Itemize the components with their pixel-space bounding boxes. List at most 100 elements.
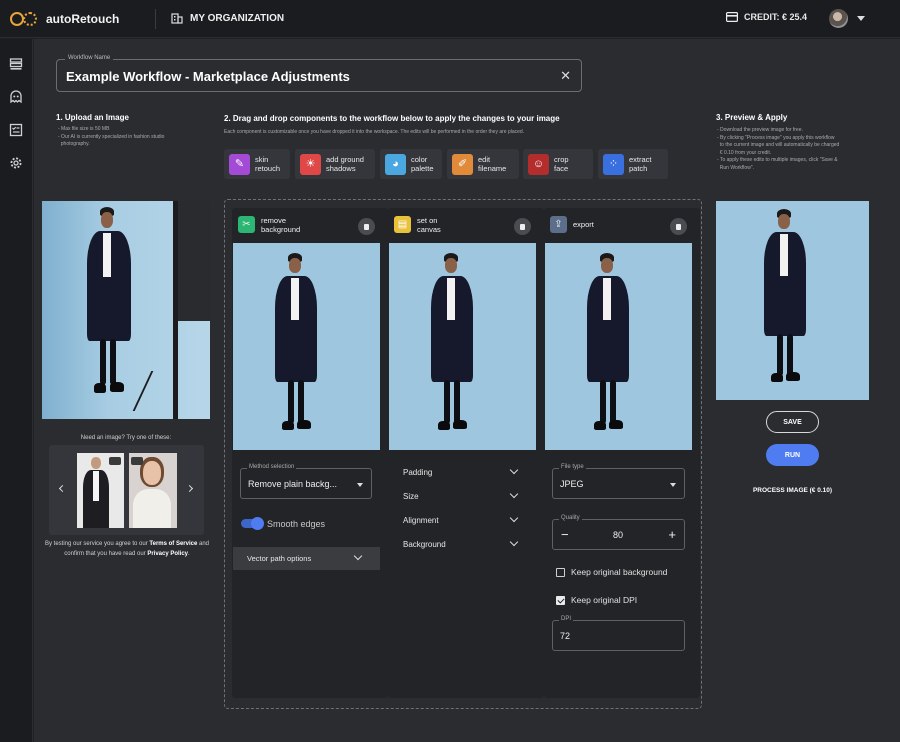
dpi-field[interactable]: DPI 72 — [552, 616, 685, 651]
divider — [155, 9, 156, 29]
preview-note: - By clicking "Process image" you apply … — [717, 134, 835, 141]
tool-crop-face[interactable]: ☺ crop face — [523, 149, 593, 179]
padding-option[interactable]: Padding — [403, 468, 432, 477]
model-figure — [271, 253, 331, 443]
upload-note: photography. — [58, 141, 90, 147]
palette-icon: ◕ — [385, 153, 406, 175]
keep-original-dpi-checkbox[interactable] — [556, 596, 565, 605]
tool-color-palette[interactable]: ◕ color palette — [380, 149, 442, 179]
chevron-right-icon[interactable] — [185, 484, 194, 493]
chevron-left-icon[interactable] — [58, 484, 67, 493]
save-button[interactable]: SAVE — [766, 411, 819, 433]
keep-original-background-label: Keep original background — [571, 567, 668, 577]
upload-title: 1. Upload an Image — [56, 113, 129, 122]
upload-notes: - Max file size is 50 MB - Our AI is cur… — [58, 126, 208, 149]
keep-original-background-checkbox[interactable] — [556, 568, 565, 577]
method-label: Method selection — [247, 464, 297, 470]
remove-background-preview — [233, 243, 380, 450]
tool-label: edit filename — [478, 155, 507, 173]
credit-card-icon — [726, 12, 738, 22]
chevron-down-icon — [357, 483, 363, 487]
organization-switcher[interactable]: MY ORGANIZATION — [171, 12, 284, 24]
ghost-icon[interactable] — [9, 90, 23, 104]
edit-icon: ✐ — [452, 153, 473, 175]
delete-icon[interactable] — [670, 218, 687, 235]
alignment-option[interactable]: Alignment — [403, 516, 439, 525]
workflow-name-field[interactable]: Workflow Name Example Workflow - Marketp… — [56, 55, 582, 92]
tool-label: extract patch — [629, 155, 652, 173]
keep-original-dpi-label: Keep original DPI — [571, 595, 638, 605]
preview-note: € 0.10 from your credit. — [717, 149, 772, 156]
scissors-icon: ✂ — [238, 216, 255, 233]
preview-title: 3. Preview & Apply — [716, 113, 788, 122]
model-figure — [583, 253, 643, 443]
stack-icon[interactable] — [9, 57, 23, 71]
quality-value[interactable]: 80 — [613, 530, 623, 540]
minus-icon[interactable]: − — [561, 527, 569, 542]
file-type-label: File type — [559, 464, 586, 470]
plus-icon[interactable]: + — [668, 527, 676, 542]
delete-icon[interactable] — [514, 218, 531, 235]
components-title: 2. Drag and drop components to the workf… — [224, 114, 560, 123]
file-type-value: JPEG — [560, 479, 584, 489]
size-option[interactable]: Size — [403, 492, 419, 501]
vector-path-label: Vector path options — [247, 554, 312, 563]
tool-skin-retouch[interactable]: ✎ skin retouch — [224, 149, 290, 179]
quality-stepper[interactable]: Quality − 80 + — [552, 515, 685, 550]
shadow-icon: ☀ — [300, 153, 321, 175]
original-image[interactable] — [42, 201, 210, 419]
dpi-label: DPI — [559, 616, 574, 622]
tool-extract-patch[interactable]: ⁘ extract patch — [598, 149, 668, 179]
gear-icon[interactable] — [9, 156, 23, 170]
top-bar: autoRetouch MY ORGANIZATION CREDIT: € 25… — [0, 0, 900, 38]
delete-icon[interactable] — [358, 218, 375, 235]
tool-label: skin retouch — [255, 155, 281, 173]
run-button[interactable]: RUN — [766, 444, 819, 466]
vector-path-options[interactable]: Vector path options — [233, 547, 380, 570]
credit-amount: CREDIT: € 25.4 — [744, 12, 808, 22]
sample-image-2[interactable] — [129, 453, 177, 528]
credit-display[interactable]: CREDIT: € 25.4 — [726, 12, 807, 22]
file-type-select[interactable]: File type JPEG — [552, 464, 685, 499]
checklist-icon[interactable] — [9, 123, 23, 137]
workflow-name-label: Workflow Name — [65, 55, 114, 61]
building-icon — [171, 13, 183, 24]
component-header: ⇪ export — [550, 216, 594, 233]
model-figure — [760, 209, 820, 394]
workflow-name-value[interactable]: Example Workflow - Marketplace Adjustmen… — [66, 69, 350, 84]
component-title: set on canvas — [417, 216, 441, 234]
export-icon: ⇪ — [550, 216, 567, 233]
side-nav — [0, 39, 33, 742]
quality-label: Quality — [559, 515, 582, 521]
dpi-value[interactable]: 72 — [560, 631, 570, 641]
component-header: ▤ set on canvas — [394, 216, 441, 234]
sample-images-carousel — [49, 445, 204, 535]
terms-text: By testing our service you agree to our … — [45, 539, 209, 559]
light-stand-leg — [132, 371, 210, 411]
model-figure — [427, 253, 487, 443]
background-option[interactable]: Background — [403, 540, 446, 549]
sample-image-1[interactable] — [77, 453, 124, 528]
light-panel — [178, 201, 210, 321]
process-image-button[interactable]: PROCESS IMAGE (€ 0.10) — [716, 487, 869, 494]
set-on-canvas-preview — [389, 243, 536, 450]
privacy-link[interactable]: Privacy Policy — [147, 551, 188, 557]
chevron-down-icon[interactable] — [857, 16, 865, 21]
smooth-edges-label: Smooth edges — [267, 519, 326, 529]
chevron-down-icon — [353, 551, 363, 561]
component-title: remove background — [261, 216, 301, 234]
result-preview-image[interactable] — [716, 201, 869, 400]
avatar[interactable] — [829, 9, 848, 28]
logo[interactable]: autoRetouch — [10, 10, 119, 28]
preview-note: - Download the preview image for free. — [717, 127, 803, 133]
logo-icon — [10, 10, 40, 28]
tool-edit-filename[interactable]: ✐ edit filename — [447, 149, 519, 179]
method-select[interactable]: Method selection Remove plain backg... — [240, 464, 372, 499]
tool-add-ground-shadows[interactable]: ☀ add ground shadows — [295, 149, 375, 179]
preview-note: to the current image and will automatica… — [717, 142, 840, 148]
smooth-edges-toggle[interactable] — [241, 517, 264, 530]
close-icon[interactable]: ✕ — [560, 68, 571, 84]
patch-icon: ⁘ — [603, 153, 624, 175]
terms-link[interactable]: Terms of Service — [149, 541, 197, 547]
component-header: ✂ remove background — [238, 216, 300, 234]
